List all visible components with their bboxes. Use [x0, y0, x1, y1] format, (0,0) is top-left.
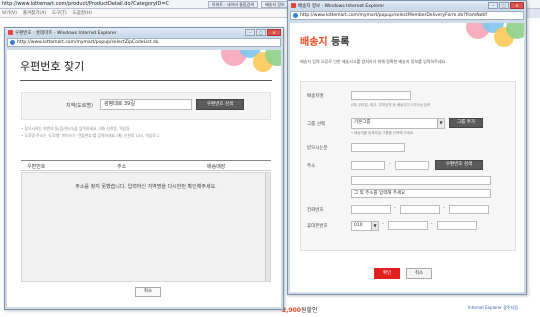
- address-name-hint: (예) 우리집, 회사, 부모님댁 등 배송지가 2자이상 입력: [351, 103, 431, 107]
- dash: -: [394, 205, 396, 211]
- zipcode-search-button[interactable]: 우편번호 검색: [196, 99, 244, 110]
- label-mobile: 휴대폰번호: [307, 224, 328, 229]
- confirm-button[interactable]: 확인: [374, 268, 400, 279]
- address-name-input[interactable]: [351, 91, 411, 100]
- discount-amount: 2,900: [282, 307, 301, 314]
- mobile-part2-input[interactable]: [388, 221, 428, 230]
- ie-icon: [293, 13, 298, 18]
- search-box: 지역(도로명) 광평대로 39길 우편번호 검색: [21, 92, 271, 120]
- delivery-content: 배송지 등록 배송지 입력 오류로 인한 배송사고를 방지하기 위해 정확한 배…: [290, 23, 524, 292]
- base-address-input[interactable]: [351, 176, 491, 185]
- dash: -: [443, 205, 445, 211]
- delivery-titlebar[interactable]: 배송지 정보 - Windows Internet Explorer – □ ✕: [288, 1, 526, 10]
- detail-address-input[interactable]: 그 외 주소를 입력해 주세요: [351, 189, 491, 198]
- page-title: 우편번호 찾기: [20, 60, 85, 73]
- background-url: http://www.lottemart.com/product/Product…: [2, 1, 170, 7]
- label-address: 주소: [307, 164, 316, 169]
- results-list[interactable]: 주소를 찾지 못했습니다. 입력하신 지역명을 다시한번 확인해주세요.: [21, 172, 271, 282]
- menu-view[interactable]: 보기(V): [2, 10, 17, 16]
- minimize-button[interactable]: –: [245, 29, 255, 36]
- delivery-popup-window: 배송지 정보 - Windows Internet Explorer – □ ✕…: [287, 0, 527, 295]
- label-recipient: 받으시는분: [307, 146, 328, 151]
- close-button[interactable]: ✕: [510, 2, 524, 9]
- zipcode-window-title: 우편번호 : 롯데마트 - Windows Internet Explorer: [15, 30, 117, 36]
- delivery-url: http://www.lottemart.com/mymart/popup/se…: [300, 13, 487, 18]
- zipcode-popup-window: 우편번호 : 롯데마트 - Windows Internet Explorer …: [4, 27, 284, 310]
- background-discount-text: 2,900원할인: [282, 305, 318, 314]
- ie-icon: [10, 40, 15, 45]
- chevron-down-icon: ▼: [437, 119, 444, 128]
- label-phone: 전화번호: [307, 208, 324, 213]
- column-address: 주소: [117, 164, 127, 170]
- cancel-button[interactable]: 취소: [406, 268, 432, 279]
- page-title: 배송지 등록: [300, 33, 350, 48]
- delivery-form: 배송지명 (예) 우리집, 회사, 부모님댁 등 배송지가 2자이상 입력 그룹…: [300, 81, 516, 251]
- add-group-button[interactable]: 그룹 추가: [449, 118, 483, 128]
- group-select[interactable]: 기본그룹 ▼: [351, 118, 445, 129]
- search-note: • 찾으시려는 지번의 동(읍/면/리)을 입력하세요. (예) 신천동, 역삼…: [21, 126, 130, 131]
- minimize-button[interactable]: –: [488, 2, 498, 9]
- cancel-button[interactable]: 취소: [135, 287, 161, 297]
- maximize-button[interactable]: □: [499, 2, 509, 9]
- empty-message: 주소를 찾지 못했습니다. 입력하신 지역명을 다시한번 확인해주세요.: [75, 184, 217, 190]
- delivery-window-title: 배송지 정보 - Windows Internet Explorer: [298, 3, 385, 9]
- column-store: 배송매장: [207, 164, 226, 170]
- results-table-header: 우편번호 주소 배송매장: [21, 160, 271, 171]
- zipcode-content: 우편번호 찾기 지역(도로명) 광평대로 39길 우편번호 검색 • 찾으시려는…: [7, 50, 281, 307]
- dash: -: [382, 221, 384, 227]
- menu-help[interactable]: 도움말(H): [73, 10, 92, 16]
- zipcode-part1-input[interactable]: [351, 161, 385, 170]
- results-scrollbar[interactable]: [265, 173, 270, 281]
- search-input[interactable]: 광평대로 39길: [100, 99, 192, 110]
- group-hint: • 배송지를 등록하실 그룹을 선택해 주세요.: [351, 131, 415, 135]
- ie-icon: [291, 3, 296, 8]
- browser-tab-delivery[interactable]: 배송지 정보: [260, 1, 289, 8]
- delivery-address-bar[interactable]: http://www.lottemart.com/mymart/popup/se…: [290, 11, 524, 20]
- zipcode-search-button[interactable]: 우편번호 검색: [435, 160, 483, 170]
- mobile-part3-input[interactable]: [437, 221, 477, 230]
- label-address-name: 배송지명: [307, 94, 324, 99]
- dash: -: [389, 161, 391, 167]
- label-group: 그룹 선택: [307, 122, 325, 127]
- discount-suffix: 원할인: [300, 307, 318, 314]
- dash: -: [431, 221, 433, 227]
- menu-tools[interactable]: 도구(T): [52, 10, 67, 16]
- title-divider: [20, 80, 272, 81]
- search-note: • 도로명 주소는 '도로명' 띄어쓰기 '건물번호'를 입력하세요.(예) 신…: [21, 133, 160, 138]
- zipcode-part2-input[interactable]: [395, 161, 429, 170]
- zipcode-url: http://www.lottemart.com/mymart/popup/se…: [17, 40, 159, 45]
- background-link[interactable]: Internet Explorer 광주지점: [468, 305, 518, 311]
- mobile-prefix-select[interactable]: 010 ▼: [351, 221, 379, 231]
- search-label: 지역(도로명): [66, 103, 93, 109]
- title-highlight: 배송지: [300, 37, 328, 48]
- maximize-button[interactable]: □: [256, 29, 266, 36]
- column-zipcode: 우편번호: [27, 164, 46, 170]
- form-description: 배송지 입력 오류로 인한 배송사고를 방지하기 위해 정확한 배송지 정보를 …: [300, 59, 447, 64]
- mobile-prefix-value: 010: [354, 223, 363, 228]
- recipient-input[interactable]: [351, 143, 405, 152]
- ie-icon: [8, 30, 13, 35]
- close-button[interactable]: ✕: [267, 29, 281, 36]
- chevron-down-icon: ▼: [371, 222, 378, 230]
- zipcode-address-bar[interactable]: http://www.lottemart.com/mymart/popup/se…: [7, 38, 281, 47]
- phone-part2-input[interactable]: [400, 205, 440, 214]
- background-menu-bar: 보기(V) 즐겨찾기(A) 도구(T) 도움말(H): [0, 9, 290, 18]
- phone-part1-input[interactable]: [351, 205, 391, 214]
- browser-tab-naver[interactable]: 아마트 : 네이버 통합검색: [208, 1, 258, 8]
- zipcode-titlebar[interactable]: 우편번호 : 롯데마트 - Windows Internet Explorer …: [5, 28, 283, 37]
- group-select-value: 기본그룹: [354, 120, 371, 125]
- menu-favorites[interactable]: 즐겨찾기(A): [23, 10, 46, 16]
- title-rest: 등록: [327, 37, 350, 48]
- phone-part3-input[interactable]: [449, 205, 489, 214]
